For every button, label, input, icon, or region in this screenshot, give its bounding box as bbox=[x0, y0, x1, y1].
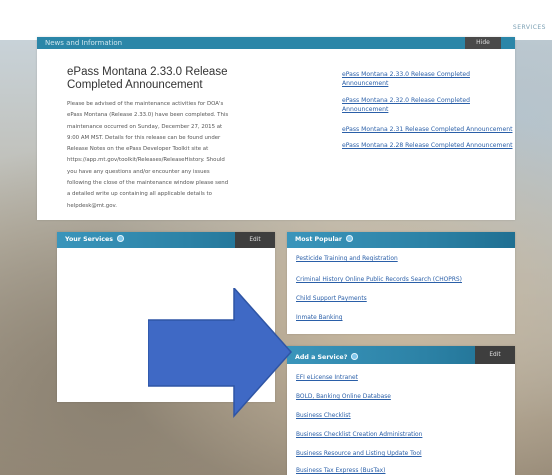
add-service-link[interactable]: Business Resource and Listing Update Too… bbox=[296, 451, 422, 457]
most-popular-link[interactable]: Pesticide Training and Registration bbox=[296, 256, 398, 262]
most-popular-link[interactable]: Criminal History Online Public Records S… bbox=[296, 277, 462, 283]
most-popular-header: Most Popular bbox=[287, 232, 515, 248]
news-body-line: ePass Montana (Release 2.33.0) have been… bbox=[67, 112, 229, 119]
news-hide-button[interactable]: Hide bbox=[465, 37, 501, 49]
news-link-2-28[interactable]: ePass Montana 2.28 Release Completed Ann… bbox=[342, 141, 512, 150]
news-body-line: maintenance occurred on Sunday, December… bbox=[67, 123, 223, 130]
news-article-body: Please be advised of the maintenance act… bbox=[67, 99, 277, 212]
add-service-header: Add a Service? Edit bbox=[287, 346, 515, 364]
your-services-title: Your Services bbox=[65, 232, 125, 248]
news-link-2-32[interactable]: ePass Montana 2.32.0 Release Completed A… bbox=[342, 96, 502, 114]
most-popular-panel: Most Popular Pesticide Training and Regi… bbox=[287, 232, 515, 334]
news-body-line: following the close of the maintenance w… bbox=[67, 180, 229, 187]
news-link-2-31[interactable]: ePass Montana 2.31 Release Completed Ann… bbox=[342, 125, 512, 134]
news-link-2-33[interactable]: ePass Montana 2.33.0 Release Completed A… bbox=[342, 70, 502, 88]
news-article-title: ePass Montana 2.33.0 Release Completed A… bbox=[67, 66, 228, 91]
add-service-edit-button[interactable]: Edit bbox=[475, 346, 515, 364]
add-service-link[interactable]: Business Checklist bbox=[296, 413, 351, 419]
top-bar: SERVICES bbox=[0, 0, 552, 40]
news-panel-header: News and Information Hide bbox=[37, 37, 515, 49]
most-popular-title: Most Popular bbox=[295, 232, 353, 248]
news-body-line: 9:00 AM MST. Details for this release ca… bbox=[67, 134, 221, 141]
most-popular-title-text: Most Popular bbox=[295, 236, 342, 243]
add-service-link[interactable]: EFI eLicense Intranet bbox=[296, 375, 358, 381]
news-panel-title: News and Information bbox=[45, 39, 123, 47]
add-service-panel: Add a Service? Edit EFI eLicense Intrane… bbox=[287, 346, 515, 475]
news-body-line: https://app.mt.gov/toolkit/Releases/Rele… bbox=[67, 157, 225, 164]
your-services-header: Your Services Edit bbox=[57, 232, 275, 248]
most-popular-link[interactable]: Inmate Banking bbox=[296, 315, 343, 321]
edit-label: Edit bbox=[489, 352, 501, 358]
add-service-link[interactable]: Business Checklist Creation Administrati… bbox=[296, 432, 422, 438]
add-service-link[interactable]: Business Tax Express (BusTax) bbox=[296, 468, 385, 474]
edit-label: Edit bbox=[249, 237, 261, 243]
your-services-edit-button[interactable]: Edit bbox=[235, 232, 275, 248]
info-icon[interactable] bbox=[346, 234, 353, 242]
info-icon[interactable] bbox=[117, 234, 125, 242]
news-panel: News and Information Hide ePass Montana … bbox=[37, 37, 515, 220]
news-body-line: helpdesk@mt.gov. bbox=[67, 202, 117, 209]
pointer-arrow-icon bbox=[148, 288, 293, 418]
your-services-title-text: Your Services bbox=[65, 236, 114, 243]
add-service-title-text: Add a Service? bbox=[295, 354, 348, 361]
info-icon[interactable] bbox=[351, 352, 359, 360]
news-hide-label: Hide bbox=[476, 39, 490, 46]
news-body-line: you have any questions and/or encounter … bbox=[67, 168, 210, 175]
add-service-title: Add a Service? bbox=[295, 348, 359, 368]
news-body-line: a detailed write up containing all appli… bbox=[67, 191, 212, 198]
add-service-link[interactable]: BOLD, Banking Online Database bbox=[296, 394, 391, 400]
most-popular-link[interactable]: Child Support Payments bbox=[296, 296, 367, 302]
news-body-line: Release Notes on the ePass Developer Too… bbox=[67, 146, 209, 153]
news-body-line: Please be advised of the maintenance act… bbox=[67, 101, 224, 107]
services-nav-link[interactable]: SERVICES bbox=[513, 24, 546, 31]
